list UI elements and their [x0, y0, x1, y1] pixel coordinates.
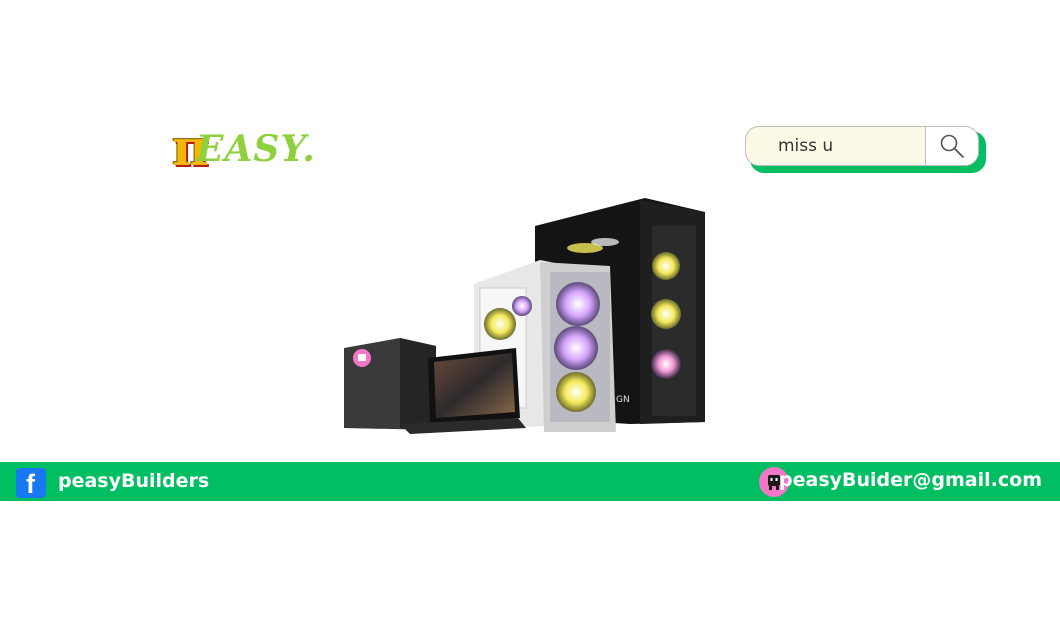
search-icon — [940, 134, 964, 158]
hero-product-image: GN — [340, 196, 710, 436]
facebook-link[interactable]: peasyBuilders — [58, 470, 209, 492]
search-button[interactable] — [925, 127, 978, 165]
brand-logo[interactable]: π EASY. — [172, 118, 322, 177]
logo-wordmark: EASY. — [196, 128, 316, 170]
pc-brand-label: GN — [616, 395, 630, 405]
facebook-icon[interactable]: f — [16, 468, 46, 499]
contact-bar: f peasyBuilders peasyBuider@gmail.com — [0, 462, 1060, 501]
facebook-glyph: f — [26, 469, 35, 499]
search-input[interactable] — [746, 127, 926, 165]
search-box — [745, 126, 979, 166]
email-link[interactable]: peasyBuider@gmail.com — [779, 469, 1042, 491]
grey-pc-tower — [540, 262, 616, 432]
small-form-factor-pc — [344, 338, 436, 430]
